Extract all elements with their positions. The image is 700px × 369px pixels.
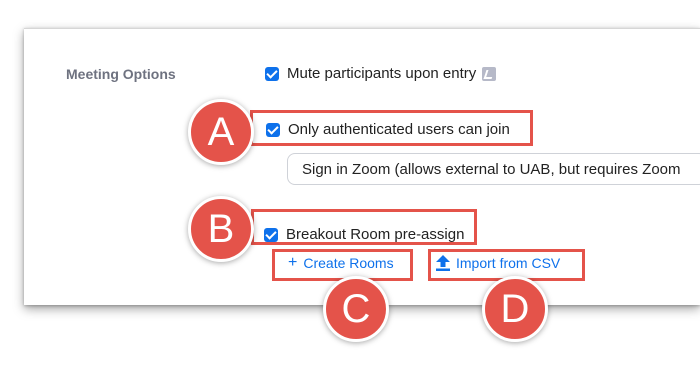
plus-icon: + [288, 254, 298, 271]
auth-label: Only authenticated users can join [288, 121, 510, 138]
breakout-label: Breakout Room pre-assign [286, 226, 465, 243]
mute-checkbox[interactable] [265, 66, 279, 81]
callout-badge-c: C [323, 276, 389, 342]
authentication-select[interactable]: Sign in Zoom (allows external to UAB, bu… [287, 153, 700, 185]
mute-option-row: Mute participants upon entry [265, 65, 497, 82]
callout-badge-b: B [188, 196, 254, 262]
auth-option-row: Only authenticated users can join [266, 121, 510, 138]
create-rooms-link[interactable]: + Create Rooms [288, 254, 394, 272]
auth-checkbox[interactable] [266, 122, 280, 137]
create-rooms-label: Create Rooms [303, 255, 394, 271]
breakout-option-row: Breakout Room pre-assign [264, 226, 464, 243]
breakout-checkbox[interactable] [264, 227, 278, 242]
callout-badge-d: D [482, 276, 548, 342]
mute-label: Mute participants upon entry [287, 65, 477, 82]
callout-badge-a: A [188, 99, 254, 165]
authentication-select-value: Sign in Zoom (allows external to UAB, bu… [302, 160, 681, 178]
locked-setting-icon [482, 66, 497, 81]
import-csv-link[interactable]: Import from CSV [436, 255, 560, 271]
section-label: Meeting Options [66, 66, 176, 82]
import-csv-label: Import from CSV [456, 255, 561, 271]
upload-icon [436, 255, 450, 271]
